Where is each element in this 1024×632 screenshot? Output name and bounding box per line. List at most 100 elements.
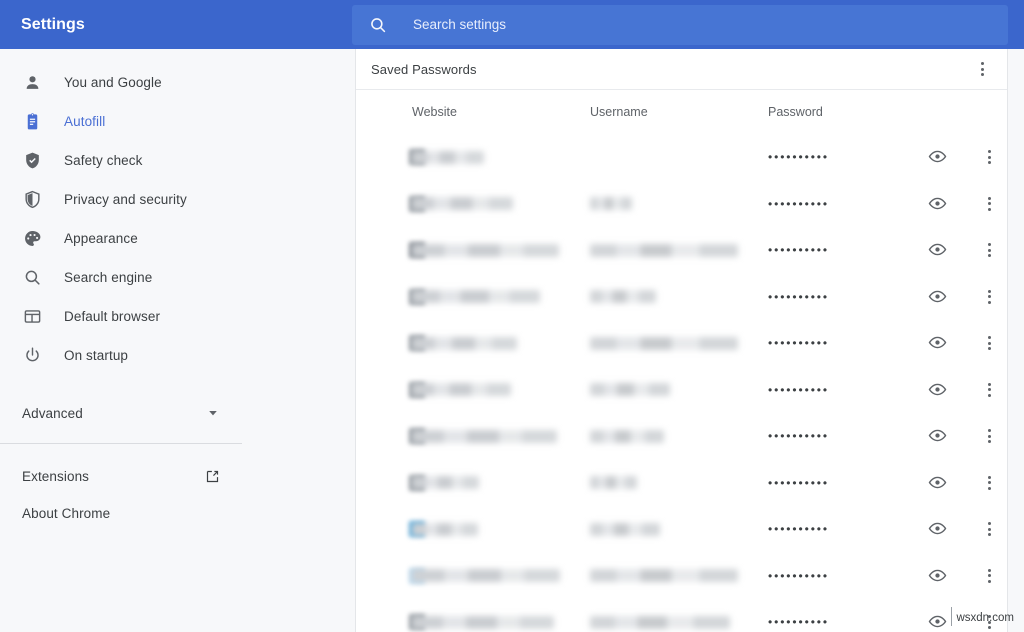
cell-username bbox=[590, 290, 768, 304]
cell-password-masked: •••••••••• bbox=[768, 243, 830, 258]
cell-username bbox=[590, 569, 768, 583]
table-row[interactable]: •••••••••• bbox=[356, 599, 1007, 632]
kebab-menu-icon[interactable] bbox=[978, 239, 1000, 261]
table-row[interactable]: •••••••••• bbox=[356, 413, 1007, 460]
chevron-down-icon bbox=[206, 406, 220, 420]
sidebar-item-autofill[interactable]: Autofill bbox=[0, 102, 352, 141]
saved-passwords-title: Saved Passwords bbox=[371, 61, 477, 77]
kebab-menu-icon[interactable] bbox=[971, 58, 993, 80]
cell-website bbox=[412, 243, 590, 257]
table-row[interactable]: •••••••••• bbox=[356, 274, 1007, 321]
sidebar-item-privacy-and-security[interactable]: Privacy and security bbox=[0, 180, 352, 219]
search-icon bbox=[369, 16, 387, 34]
cell-actions bbox=[928, 193, 1024, 215]
table-row[interactable]: •••••••••• bbox=[356, 367, 1007, 414]
cell-username bbox=[590, 615, 768, 629]
cell-password-masked: •••••••••• bbox=[768, 382, 830, 397]
top-app-bar: Settings bbox=[0, 0, 1024, 49]
redacted-website-text bbox=[412, 476, 479, 490]
cell-website bbox=[412, 522, 590, 536]
text-caret bbox=[951, 607, 952, 626]
cell-password-masked: •••••••••• bbox=[768, 475, 830, 490]
kebab-menu-icon[interactable] bbox=[978, 565, 1000, 587]
sidebar-item-safety-check[interactable]: Safety check bbox=[0, 141, 352, 180]
sidebar-item-label: Extensions bbox=[22, 469, 90, 484]
table-row[interactable]: •••••••••• bbox=[356, 506, 1007, 553]
brand-area: Settings bbox=[0, 0, 348, 49]
cell-password-masked: •••••••••• bbox=[768, 289, 830, 304]
external-link-icon bbox=[205, 469, 220, 484]
sidebar-advanced-label: Advanced bbox=[22, 405, 83, 421]
eye-icon[interactable] bbox=[928, 147, 948, 167]
kebab-menu-icon[interactable] bbox=[978, 472, 1000, 494]
cell-username bbox=[590, 336, 768, 350]
table-row[interactable]: •••••••••• bbox=[356, 320, 1007, 367]
column-header-website: Website bbox=[412, 105, 457, 119]
table-row[interactable]: •••••••••• bbox=[356, 134, 1007, 181]
redacted-website-text bbox=[412, 290, 540, 304]
cell-website bbox=[412, 476, 590, 490]
kebab-menu-icon[interactable] bbox=[978, 379, 1000, 401]
window-icon bbox=[22, 307, 42, 327]
redacted-website-text bbox=[412, 429, 557, 443]
sidebar-item-extensions[interactable]: Extensions bbox=[0, 458, 242, 495]
redacted-website-text bbox=[412, 383, 511, 397]
cell-password-masked: •••••••••• bbox=[768, 522, 830, 537]
eye-icon[interactable] bbox=[928, 380, 948, 400]
saved-passwords-header: Saved Passwords bbox=[356, 49, 1007, 90]
cell-website bbox=[412, 383, 590, 397]
sidebar-item-about-chrome[interactable]: About Chrome bbox=[0, 495, 242, 532]
passwords-table-header: Website Username Password bbox=[356, 90, 1007, 134]
cell-username bbox=[590, 243, 768, 257]
redacted-username-text bbox=[590, 522, 660, 536]
sidebar-item-label: Search engine bbox=[64, 270, 153, 285]
table-row[interactable]: •••••••••• bbox=[356, 460, 1007, 507]
redacted-username-text bbox=[590, 476, 637, 490]
sidebar-item-appearance[interactable]: Appearance bbox=[0, 219, 352, 258]
search-icon bbox=[22, 268, 42, 288]
sidebar-item-label: Privacy and security bbox=[64, 192, 187, 207]
cell-actions bbox=[928, 146, 1024, 168]
eye-icon[interactable] bbox=[928, 612, 948, 632]
search-box[interactable] bbox=[352, 4, 1008, 45]
watermark: wsxdn.com bbox=[956, 612, 1014, 624]
kebab-menu-icon[interactable] bbox=[978, 518, 1000, 540]
sidebar-item-advanced[interactable]: Advanced bbox=[0, 391, 242, 435]
redacted-website-text bbox=[412, 522, 478, 536]
cell-actions bbox=[928, 518, 1024, 540]
table-row[interactable]: •••••••••• bbox=[356, 181, 1007, 228]
table-row[interactable]: •••••••••• bbox=[356, 553, 1007, 600]
column-header-password: Password bbox=[768, 105, 823, 119]
kebab-menu-icon[interactable] bbox=[978, 193, 1000, 215]
cell-password-masked: •••••••••• bbox=[768, 196, 830, 211]
kebab-menu-icon[interactable] bbox=[978, 286, 1000, 308]
eye-icon[interactable] bbox=[928, 194, 948, 214]
cell-password-masked: •••••••••• bbox=[768, 429, 830, 444]
search-input[interactable] bbox=[413, 12, 973, 37]
cell-website bbox=[412, 429, 590, 443]
table-row[interactable]: •••••••••• bbox=[356, 227, 1007, 274]
kebab-menu-icon[interactable] bbox=[978, 146, 1000, 168]
eye-icon[interactable] bbox=[928, 473, 948, 493]
cell-actions bbox=[928, 565, 1024, 587]
sidebar-item-you-and-google[interactable]: You and Google bbox=[0, 63, 352, 102]
eye-icon[interactable] bbox=[928, 333, 948, 353]
redacted-username-text bbox=[590, 290, 656, 304]
redacted-website-text bbox=[412, 243, 559, 257]
search-area bbox=[348, 0, 1024, 49]
settings-content: Saved Passwords Website Username Passwor… bbox=[352, 49, 1024, 632]
cell-password-masked: •••••••••• bbox=[768, 336, 830, 351]
eye-icon[interactable] bbox=[928, 240, 948, 260]
kebab-menu-icon[interactable] bbox=[978, 332, 1000, 354]
sidebar-item-on-startup[interactable]: On startup bbox=[0, 336, 352, 375]
sidebar-item-label: You and Google bbox=[64, 75, 162, 90]
kebab-menu-icon[interactable] bbox=[978, 425, 1000, 447]
eye-icon[interactable] bbox=[928, 566, 948, 586]
cell-username bbox=[590, 383, 768, 397]
sidebar-item-default-browser[interactable]: Default browser bbox=[0, 297, 352, 336]
cell-actions bbox=[928, 332, 1024, 354]
eye-icon[interactable] bbox=[928, 519, 948, 539]
eye-icon[interactable] bbox=[928, 426, 948, 446]
eye-icon[interactable] bbox=[928, 287, 948, 307]
sidebar-item-search-engine[interactable]: Search engine bbox=[0, 258, 352, 297]
